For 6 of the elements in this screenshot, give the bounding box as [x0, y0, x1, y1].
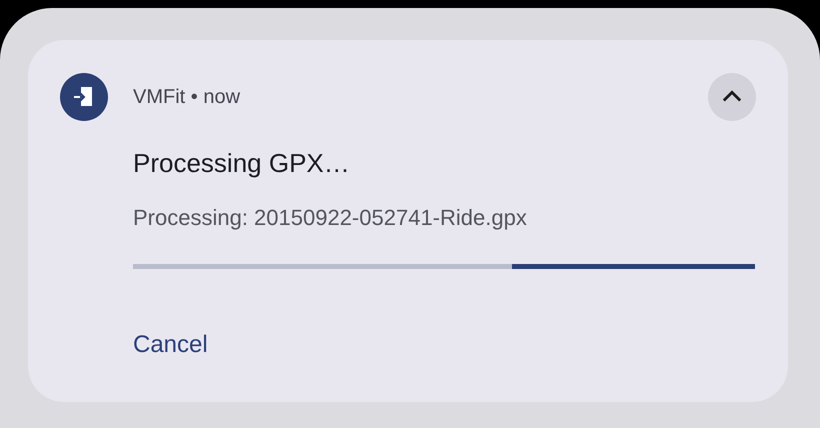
collapse-button[interactable] [708, 73, 756, 121]
app-name-and-time: VMFit • now [133, 86, 242, 108]
notification-text: Processing: 20150922-052741-Ride.gpx [133, 204, 528, 232]
exit-door-icon [60, 73, 108, 121]
notification-title: Processing GPX… [133, 147, 351, 180]
cancel-button[interactable]: Cancel [133, 331, 208, 359]
